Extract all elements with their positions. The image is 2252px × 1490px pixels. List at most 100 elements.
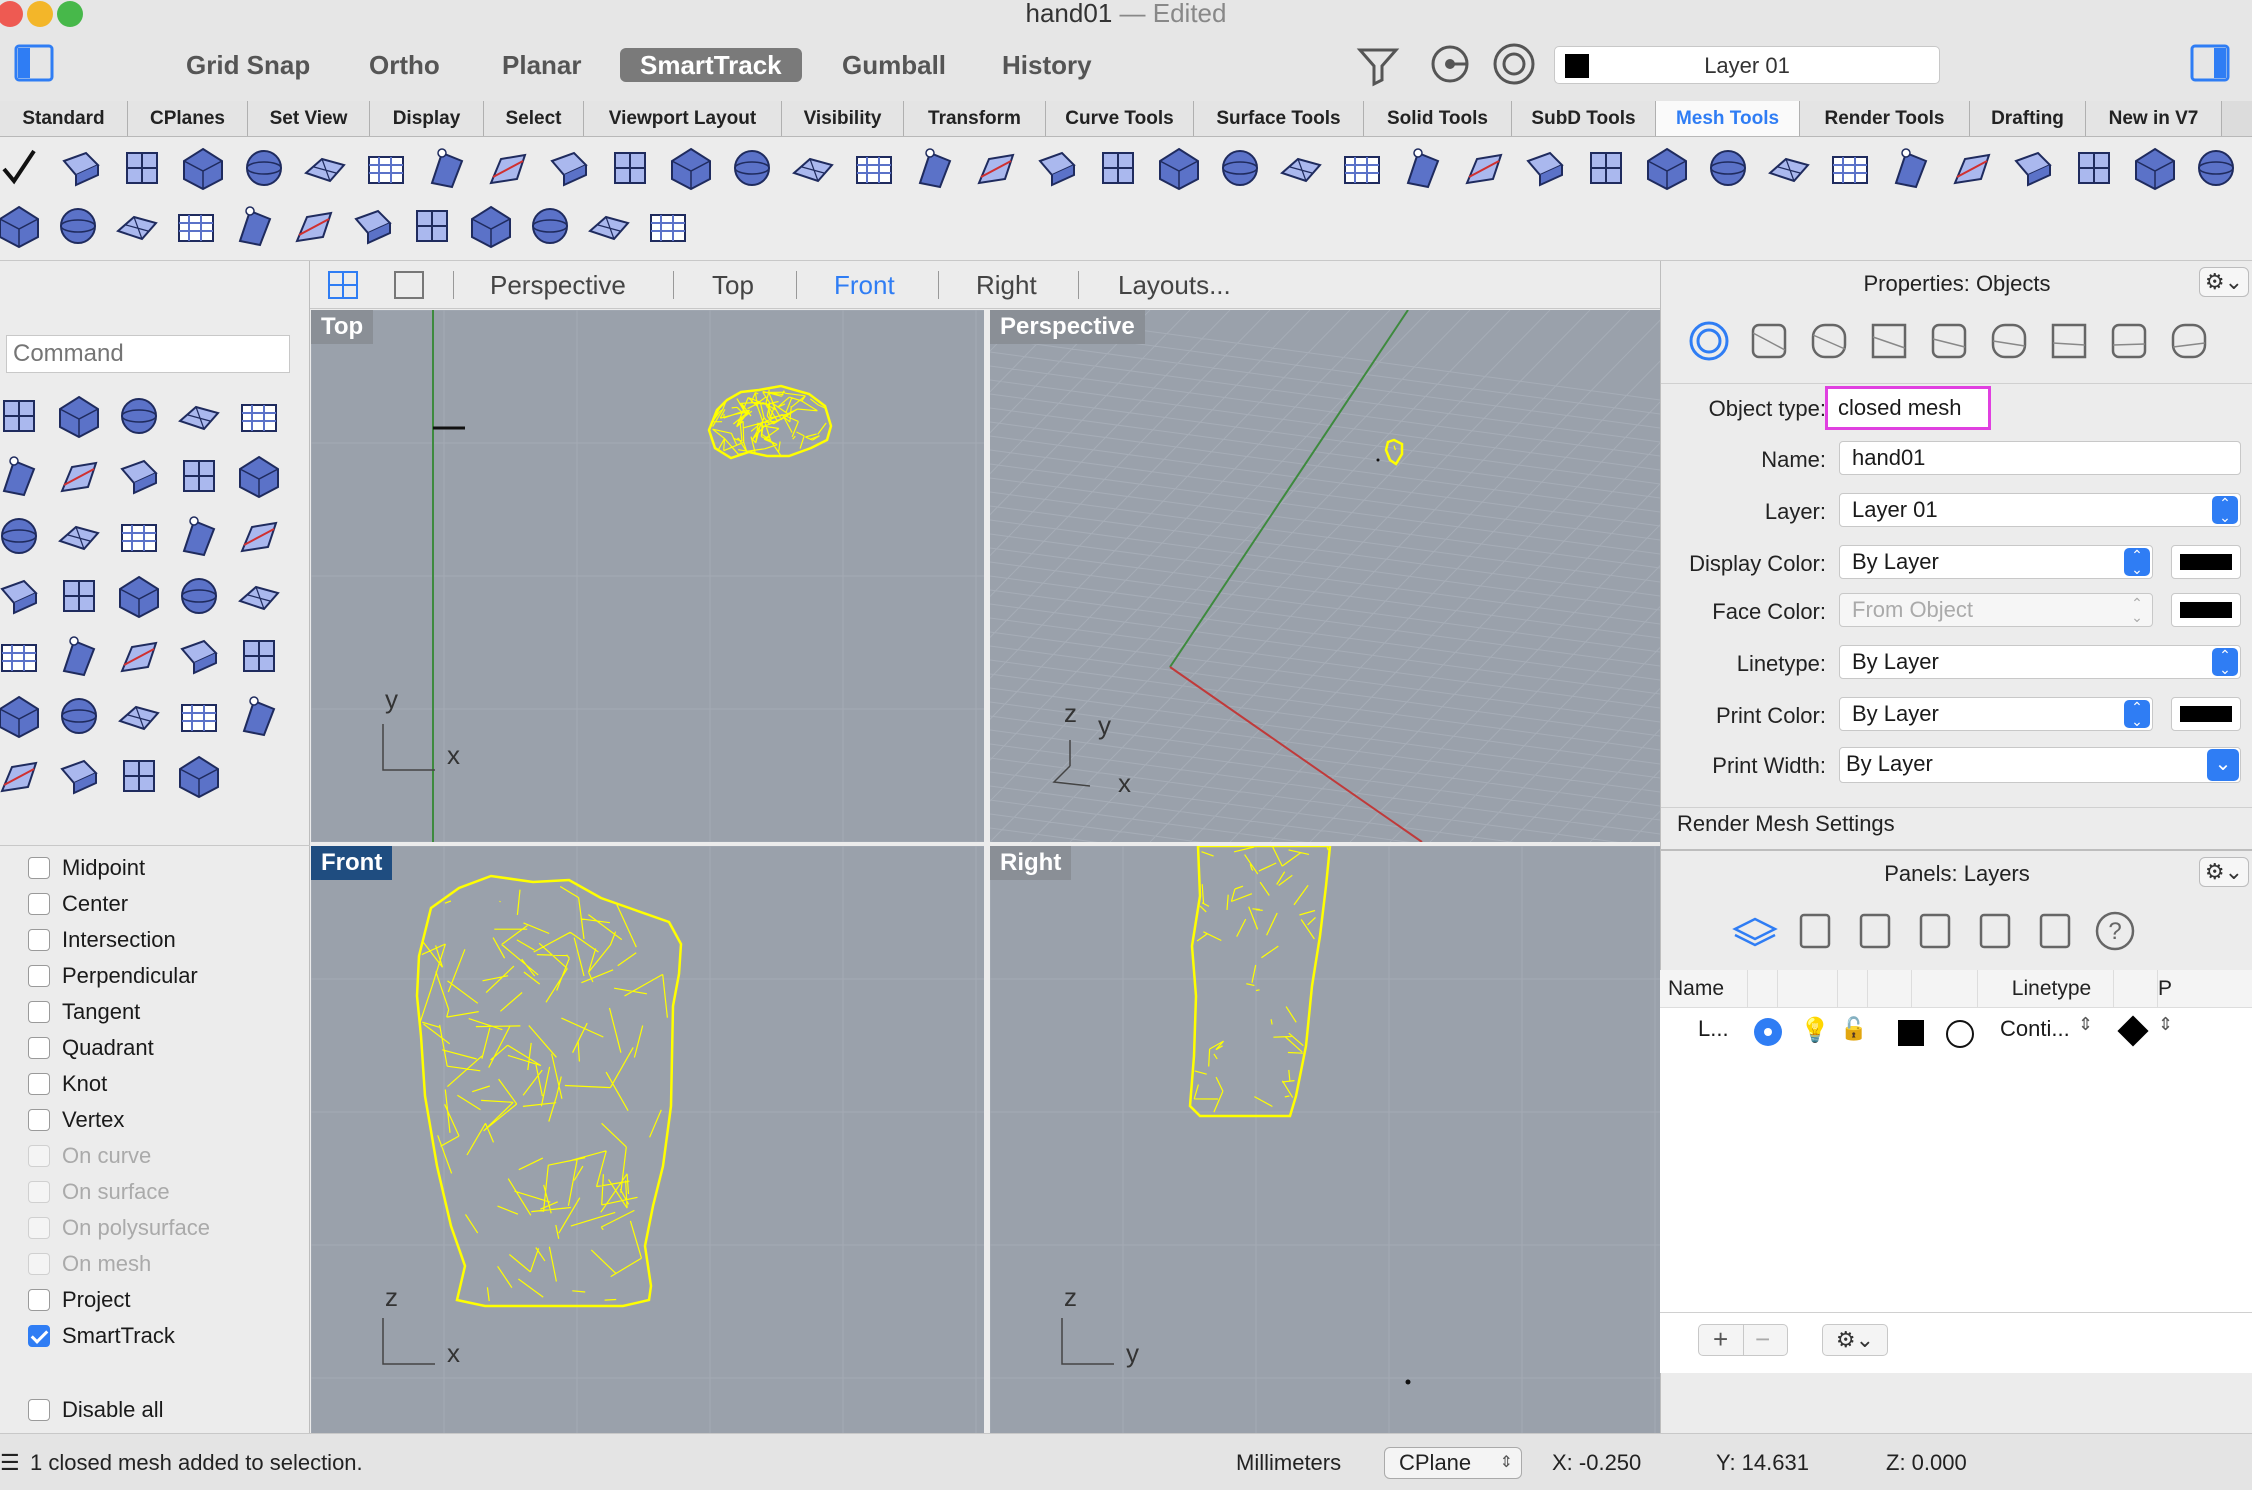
mesh-boolean-icon[interactable] (1581, 143, 1631, 193)
scale-2d-icon[interactable] (54, 571, 104, 621)
history-toggle[interactable]: History (982, 48, 1112, 82)
mesh-stack-icon[interactable] (1825, 143, 1875, 193)
hand-mesh-top[interactable] (707, 384, 833, 460)
viewport-front[interactable]: Front z x (311, 846, 984, 1433)
render-mesh-settings-section[interactable]: Render Mesh Settings (1677, 811, 1895, 837)
mesh-pipe-icon[interactable] (230, 201, 280, 251)
rectangle-tool-icon[interactable] (54, 511, 104, 561)
mesh-wave-icon[interactable] (112, 201, 162, 251)
object-name-field[interactable]: hand01 (1839, 441, 2241, 475)
polygon-tool-icon[interactable] (234, 511, 284, 561)
single-view-layout-icon[interactable] (394, 271, 424, 299)
layers-stack-icon[interactable] (2165, 317, 2213, 365)
tab-set-view[interactable]: Set View (248, 101, 370, 136)
mesh-strip-icon[interactable] (53, 201, 103, 251)
tab-transform[interactable]: Transform (904, 101, 1046, 136)
cone-tool-icon[interactable] (0, 451, 44, 501)
checkbox-box[interactable] (28, 1399, 50, 1421)
mesh-pattern-icon[interactable] (1215, 143, 1265, 193)
gumball-toggle[interactable]: Gumball (822, 48, 966, 82)
remove-layer-button[interactable]: − (1755, 1325, 1770, 1353)
mesh-box-icon[interactable] (666, 143, 716, 193)
checkbox-box[interactable] (28, 1289, 50, 1311)
osnap-smarttrack[interactable]: SmartTrack (28, 1319, 175, 1353)
checkbox-box[interactable] (28, 893, 50, 915)
command-history-icon[interactable]: ☰ (0, 1434, 20, 1490)
transform-icon[interactable] (114, 691, 164, 741)
block-icon[interactable] (1911, 907, 1959, 955)
column-print[interactable]: P (2158, 970, 2178, 1008)
move-icon[interactable] (0, 631, 44, 681)
transform-icon[interactable] (234, 691, 284, 741)
polyline-tool-icon[interactable] (54, 391, 104, 441)
mesh-pieces-icon[interactable] (1093, 143, 1143, 193)
checkbox-box[interactable] (28, 1217, 50, 1239)
flow-icon[interactable] (114, 751, 164, 801)
current-layer-icon[interactable] (1754, 1018, 1782, 1046)
mesh-cup-icon[interactable] (483, 143, 533, 193)
mesh-grid-icon[interactable] (584, 201, 634, 251)
mesh-repair-icon[interactable] (56, 143, 106, 193)
mesh-layers-icon[interactable] (910, 143, 960, 193)
mesh-torus-icon[interactable] (1276, 143, 1326, 193)
viewport-perspective[interactable]: Perspective z y x (990, 310, 1660, 842)
mesh-surface-icon[interactable] (0, 511, 44, 561)
select-arrow-icon[interactable] (174, 631, 224, 681)
checkbox-box[interactable] (28, 1109, 50, 1131)
display-color-select[interactable]: By Layer ⌃ ⌄ (1839, 545, 2153, 579)
stepper-icon[interactable]: ⇕ (2158, 1014, 2173, 1035)
viewport-label-perspective[interactable]: Perspective (990, 310, 1145, 344)
tab-visibility[interactable]: Visibility (782, 101, 904, 136)
display-icon[interactable] (2031, 907, 2079, 955)
print-color-swatch[interactable] (2171, 697, 2241, 731)
transform-icon[interactable] (54, 691, 104, 741)
mesh-bend-icon[interactable] (407, 201, 457, 251)
checkbox-box[interactable] (28, 965, 50, 987)
layers-gear-icon[interactable]: ⚙⌄ (2199, 857, 2249, 887)
tab-select[interactable]: Select (484, 101, 584, 136)
properties-gear-icon[interactable]: ⚙⌄ (2199, 267, 2249, 297)
mesh-patch-icon[interactable] (788, 143, 838, 193)
hand-mesh-right[interactable] (1188, 846, 1332, 1118)
column-material[interactable] (1912, 970, 1978, 1008)
mesh-hexagon-icon[interactable] (0, 201, 44, 251)
tab-solid-tools[interactable]: Solid Tools (1364, 101, 1512, 136)
tab-viewport-layout[interactable]: Viewport Layout (584, 101, 782, 136)
check-mesh-icon[interactable] (0, 143, 50, 193)
column-name[interactable]: Name (1668, 970, 1748, 1008)
right-sidebar-toggle-icon[interactable] (2190, 44, 2230, 82)
checkbox-box[interactable] (28, 1001, 50, 1023)
display-color-swatch[interactable] (2171, 545, 2241, 579)
osnap-quadrant[interactable]: Quadrant (28, 1031, 154, 1065)
column-current[interactable] (1748, 970, 1778, 1008)
viewport-label-right[interactable]: Right (990, 846, 1072, 880)
tab-display[interactable]: Display (370, 101, 484, 136)
ellipsoid-tool-icon[interactable] (174, 451, 224, 501)
gumball-icon[interactable] (114, 571, 164, 621)
layer-linetype[interactable]: Conti... (2000, 1016, 2070, 1042)
mesh-cut-icon[interactable] (1642, 143, 1692, 193)
selection-filter-icon[interactable] (1354, 40, 1402, 88)
mapping-icon[interactable] (1985, 317, 2033, 365)
layer-states-icon[interactable] (1791, 907, 1839, 955)
checkbox-box[interactable] (28, 1037, 50, 1059)
viewport-tab-right[interactable]: Right (976, 261, 1037, 309)
tab-render-tools[interactable]: Render Tools (1800, 101, 1970, 136)
gumball-icon[interactable] (174, 571, 224, 621)
hand-mesh-perspective[interactable] (1384, 438, 1404, 466)
column-on[interactable] (1778, 970, 1838, 1008)
scale-icon[interactable] (114, 511, 164, 561)
smarttrack-toggle[interactable]: SmartTrack (620, 48, 802, 82)
mesh-import-icon[interactable] (171, 201, 221, 251)
mesh-frame-icon[interactable] (643, 201, 693, 251)
print-width-combo[interactable]: By Layer ⌄ (1839, 747, 2241, 783)
ortho-toggle[interactable]: Ortho (349, 48, 460, 82)
checkbox-box[interactable] (28, 1325, 50, 1347)
tab-new-in-v7[interactable]: New in V7 (2086, 101, 2222, 136)
mesh-gumball-icon[interactable] (2130, 143, 2180, 193)
osnap-project[interactable]: Project (28, 1283, 130, 1317)
column-linetype[interactable]: Linetype (1990, 970, 2114, 1008)
layered-plane-icon[interactable] (174, 511, 224, 561)
mesh-cage-icon[interactable] (727, 143, 777, 193)
layer-name[interactable]: L... (1698, 1016, 1729, 1042)
